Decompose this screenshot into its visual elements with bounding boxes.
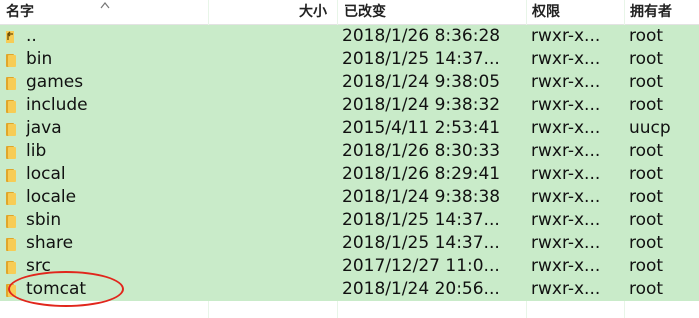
file-modified: 2018/1/24 9:38:32 (342, 95, 501, 115)
file-row[interactable]: locale 2018/1/24 9:38:38 rwxr-x... root (0, 186, 699, 209)
file-owner: root (629, 187, 664, 207)
file-owner: root (629, 164, 664, 184)
file-modified: 2018/1/26 8:30:33 (342, 141, 501, 161)
column-header-bar: 名字 大小 已改变 权限 拥有者 (0, 0, 699, 25)
file-permissions: rwxr-x... (531, 95, 601, 115)
file-name: java (26, 118, 62, 138)
column-header-owner[interactable]: 拥有者 (630, 0, 699, 24)
file-size (209, 278, 333, 301)
file-size (209, 255, 333, 278)
file-permissions: rwxr-x... (531, 72, 601, 92)
file-row[interactable]: local 2018/1/26 8:29:41 rwxr-x... root (0, 163, 699, 186)
file-size (209, 48, 333, 71)
file-modified: 2018/1/24 9:38:05 (342, 72, 501, 92)
red-annotation-circle (8, 271, 124, 307)
file-modified: 2018/1/25 14:37... (342, 49, 500, 69)
file-modified: 2017/12/27 11:0... (342, 256, 500, 276)
file-size (209, 232, 333, 255)
folder-icon (6, 167, 16, 182)
file-row[interactable]: lib 2018/1/26 8:30:33 rwxr-x... root (0, 140, 699, 163)
file-modified: 2018/1/26 8:36:28 (342, 26, 501, 46)
file-size (209, 186, 333, 209)
file-row[interactable]: include 2018/1/24 9:38:32 rwxr-x... root (0, 94, 699, 117)
file-size (209, 209, 333, 232)
column-header-size-label: 大小 (299, 4, 327, 20)
file-name: sbin (26, 210, 62, 230)
sort-ascending-icon (100, 2, 110, 9)
file-row[interactable]: games 2018/1/24 9:38:05 rwxr-x... root (0, 71, 699, 94)
folder-icon (6, 144, 16, 159)
file-name: .. (26, 26, 37, 46)
folder-icon (6, 259, 16, 274)
file-owner: uucp (629, 118, 671, 138)
folder-icon (6, 236, 16, 251)
file-row[interactable]: bin 2018/1/25 14:37... rwxr-x... root (0, 48, 699, 71)
file-owner: root (629, 256, 664, 276)
column-header-name-label: 名字 (6, 4, 34, 20)
file-permissions: rwxr-x... (531, 187, 601, 207)
file-modified: 2018/1/25 14:37... (342, 233, 500, 253)
file-permissions: rwxr-x... (531, 141, 601, 161)
file-name: share (26, 233, 74, 253)
file-owner: root (629, 141, 664, 161)
file-modified: 2018/1/24 20:56... (342, 279, 500, 299)
file-modified: 2018/1/25 14:37... (342, 210, 500, 230)
file-name: bin (26, 49, 53, 69)
file-permissions: rwxr-x... (531, 256, 601, 276)
folder-icon (6, 121, 16, 136)
file-size (209, 25, 333, 48)
file-permissions: rwxr-x... (531, 210, 601, 230)
column-header-modified[interactable]: 已改变 (344, 0, 524, 24)
file-permissions: rwxr-x... (531, 49, 601, 69)
file-permissions: rwxr-x... (531, 26, 601, 46)
file-size (209, 71, 333, 94)
folder-icon (6, 98, 16, 113)
file-name: lib (26, 141, 47, 161)
file-permissions: rwxr-x... (531, 164, 601, 184)
file-name: include (26, 95, 88, 115)
file-name: locale (26, 187, 77, 207)
column-header-modified-label: 已改变 (344, 4, 386, 20)
file-row[interactable]: src 2017/12/27 11:0... rwxr-x... root (0, 255, 699, 278)
file-name: local (26, 164, 66, 184)
file-permissions: rwxr-x... (531, 118, 601, 138)
file-row[interactable]: .. 2018/1/26 8:36:28 rwxr-x... root (0, 25, 699, 48)
file-owner: root (629, 233, 664, 253)
folder-icon (6, 52, 16, 67)
folder-icon (6, 213, 16, 228)
column-header-permissions[interactable]: 权限 (532, 0, 622, 24)
file-owner: root (629, 279, 664, 299)
file-row[interactable]: sbin 2018/1/25 14:37... rwxr-x... root (0, 209, 699, 232)
file-modified: 2015/4/11 2:53:41 (342, 118, 501, 138)
file-owner: root (629, 26, 664, 46)
file-list-view: 名字 大小 已改变 权限 拥有者 .. 2018/1/26 8:36:28 rwxr… (0, 0, 699, 318)
file-owner: root (629, 49, 664, 69)
column-header-permissions-label: 权限 (532, 4, 560, 20)
file-owner: root (629, 95, 664, 115)
file-permissions: rwxr-x... (531, 233, 601, 253)
file-size (209, 94, 333, 117)
file-name: games (26, 72, 84, 92)
file-permissions: rwxr-x... (531, 279, 601, 299)
file-row[interactable]: java 2015/4/11 2:53:41 rwxr-x... uucp (0, 117, 699, 140)
file-modified: 2018/1/24 9:38:38 (342, 187, 501, 207)
file-size (209, 117, 333, 140)
file-size (209, 140, 333, 163)
file-row[interactable]: share 2018/1/25 14:37... rwxr-x... root (0, 232, 699, 255)
folder-icon (6, 190, 16, 205)
file-owner: root (629, 210, 664, 230)
file-modified: 2018/1/26 8:29:41 (342, 164, 501, 184)
column-header-size[interactable]: 大小 (209, 0, 329, 24)
column-header-owner-label: 拥有者 (630, 4, 672, 20)
file-owner: root (629, 72, 664, 92)
file-size (209, 163, 333, 186)
up-folder-icon (6, 31, 14, 43)
folder-icon (6, 75, 16, 90)
